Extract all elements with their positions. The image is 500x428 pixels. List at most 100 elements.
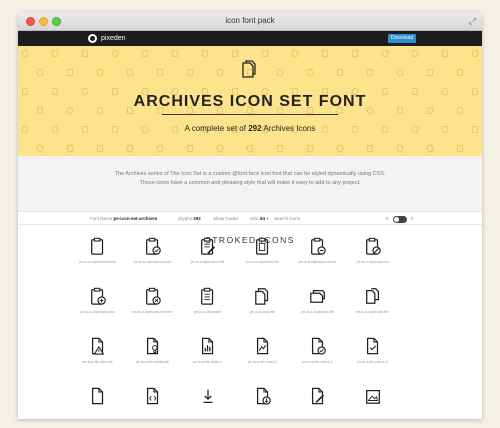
icon-class-label: pe-is-a-file-chart-2 — [247, 360, 278, 364]
pattern-file-icon — [126, 68, 134, 77]
pixeden-logo-icon — [88, 34, 97, 43]
clipboard-edit-icon — [180, 236, 235, 256]
pattern-file-icon — [351, 49, 359, 58]
icon-tile[interactable] — [125, 386, 180, 428]
pattern-file-icon — [426, 144, 434, 153]
brand-name: pixeden — [101, 35, 126, 42]
copy-file-icon — [235, 286, 290, 306]
clipboard-plus-icon — [70, 286, 125, 306]
glyphs-label: Glyphs — [178, 216, 193, 221]
pattern-file-icon — [471, 49, 479, 58]
pattern-file-icon — [411, 49, 419, 58]
icon-tile[interactable] — [345, 386, 400, 428]
icon-class-label: pe-is-a-clipboard-check — [133, 260, 172, 264]
icon-class-label: pe-is-a-clipboard — [194, 310, 221, 314]
glyphs-field: Glyphs 292 — [178, 216, 201, 221]
pattern-file-icon — [36, 68, 44, 77]
glyphs-value: 292 — [193, 216, 201, 221]
pattern-file-icon — [336, 68, 344, 77]
toggle-left-value: 0 — [386, 216, 389, 221]
clipboard-file-icon — [235, 236, 290, 256]
icon-class-label: pe-is-a-clipboard-file — [246, 260, 279, 264]
fullscreen-icon[interactable]: ⤢ — [469, 16, 476, 27]
icon-class-label: pe-is-a-copy-file — [249, 310, 276, 314]
pattern-file-icon — [276, 144, 284, 153]
icon-class-label: pe-is-a-clipboard-no — [356, 260, 389, 264]
window-title: icon font pack — [225, 16, 275, 25]
icon-tile[interactable] — [235, 386, 290, 428]
duplicate-files-icon — [345, 286, 400, 306]
icon-tile[interactable]: pe-is-a-file-chart-2 — [235, 336, 290, 378]
file-certificate-icon — [125, 336, 180, 356]
size-value: 64 — [260, 216, 266, 221]
pattern-file-icon — [20, 49, 30, 58]
clipboard-minus-icon — [290, 236, 345, 256]
pattern-file-icon — [81, 49, 89, 58]
pattern-file-icon — [156, 68, 164, 77]
icon-tile[interactable]: pe-is-a-clipboard-blank — [70, 236, 125, 278]
icon-class-label: pe-is-a-clipboard-blank — [79, 260, 116, 264]
pattern-file-icon — [201, 49, 209, 58]
file-alert-icon — [70, 336, 125, 356]
search-input[interactable]: Search icons — [274, 216, 300, 221]
file-edit-icon — [290, 386, 345, 406]
file-line-chart-icon — [235, 336, 290, 356]
pattern-file-icon — [96, 68, 104, 77]
icon-tile[interactable]: pe-is-a-duplicate-file — [290, 286, 345, 328]
duplicate-file-icon — [290, 286, 345, 306]
icon-tile[interactable]: pe-is-a-file-check-2 — [345, 336, 400, 378]
display-toggle[interactable] — [393, 216, 407, 223]
icon-class-label: pe-is-a-file-alert-alt — [82, 360, 113, 364]
pattern-file-icon — [246, 144, 254, 153]
description-line-2: Those icons have a common and pleasing s… — [139, 180, 361, 186]
chevron-down-icon: ▾ — [266, 216, 269, 221]
show-codes-toggle[interactable]: Show Codes — [213, 216, 239, 221]
top-navbar: pixeden Download — [18, 31, 482, 46]
pattern-file-icon — [51, 49, 59, 58]
toggle-right-value: 0 — [411, 216, 414, 221]
icon-class-label: pe-is-a-clipboard-minus — [298, 260, 337, 264]
file-check-icon — [345, 336, 400, 356]
icon-tile[interactable]: pe-is-a-file-chart-1 — [180, 336, 235, 378]
subtitle-text: A complete set of — [184, 124, 249, 133]
pattern-file-icon — [291, 49, 299, 58]
icon-tile[interactable]: pe-is-a-clipboard-plus — [70, 286, 125, 328]
icon-tile[interactable]: pe-is-a-file-check-1 — [290, 336, 345, 378]
icon-tile[interactable]: pe-is-a-clipboard-edit — [180, 236, 235, 278]
pattern-file-icon — [126, 144, 134, 153]
icon-tile[interactable]: pe-is-a-clipboard-no — [345, 236, 400, 278]
icon-class-label: pe-is-a-clipboard-remove — [132, 310, 173, 314]
icon-tile[interactable]: pe-is-a-clipboard — [180, 286, 235, 328]
clipboard-remove-icon — [125, 286, 180, 306]
icon-tile[interactable]: pe-is-a-duplicate-file — [345, 286, 400, 328]
icon-tile[interactable]: pe-is-a-file-certificate — [125, 336, 180, 378]
icon-tile[interactable] — [180, 386, 235, 428]
icon-class-label: pe-is-a-duplicate-file — [301, 310, 334, 314]
size-label: Size — [250, 216, 259, 221]
clipboard-text-icon — [180, 286, 235, 306]
icon-tile[interactable]: pe-is-a-clipboard-remove — [125, 286, 180, 328]
icon-class-label: pe-is-a-duplicate-file — [356, 310, 389, 314]
icon-tile[interactable]: pe-is-a-copy-file — [235, 286, 290, 328]
icon-tile[interactable]: pe-is-a-clipboard-file — [235, 236, 290, 278]
size-select[interactable]: Size 64 ▾ — [250, 216, 269, 222]
file-download-circle-icon — [235, 386, 290, 406]
clipboard-no-icon — [345, 236, 400, 256]
icon-tile[interactable] — [290, 386, 345, 428]
pattern-file-icon — [381, 49, 389, 58]
icon-class-label: pe-is-a-clipboard-edit — [190, 260, 225, 264]
clipboard-check-icon — [125, 236, 180, 256]
icon-class-label: pe-is-a-clipboard-plus — [80, 310, 115, 314]
icon-tile[interactable]: pe-is-a-clipboard-minus — [290, 236, 345, 278]
font-name-value[interactable]: pe-icon-set-archives — [114, 216, 158, 221]
pattern-file-icon — [156, 144, 164, 153]
icon-class-label: pe-is-a-file-check-1 — [302, 360, 333, 364]
download-button[interactable]: Download — [388, 34, 416, 43]
pattern-file-icon — [366, 144, 374, 153]
icon-tile[interactable]: pe-is-a-clipboard-check — [125, 236, 180, 278]
icon-tile[interactable]: pe-is-a-file-alert-alt — [70, 336, 125, 378]
pattern-file-icon — [36, 144, 44, 153]
brand-logo[interactable]: pixeden — [88, 34, 126, 43]
icon-tile[interactable] — [70, 386, 125, 428]
pattern-file-icon — [276, 68, 284, 77]
